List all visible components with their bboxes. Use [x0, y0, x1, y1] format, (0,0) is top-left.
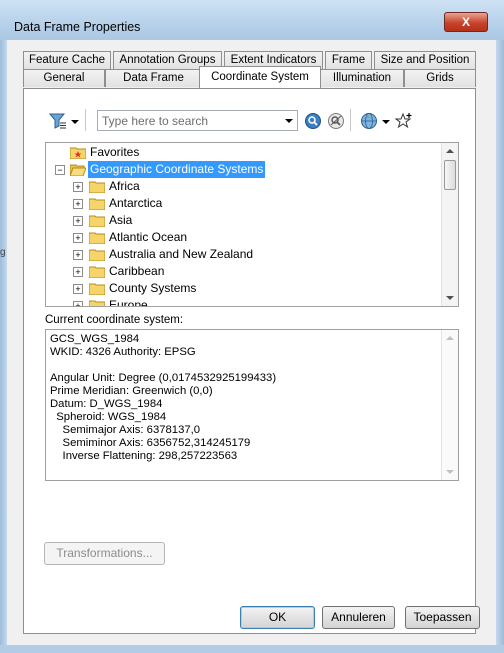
expand-icon[interactable]: + [73, 216, 83, 226]
cs-detail-line: Prime Meridian: Greenwich (0,0) [50, 385, 213, 397]
cs-detail-line: Semimajor Axis: 6378137,0 [50, 424, 201, 436]
toolbar-separator-2 [350, 109, 351, 131]
tree-scrollbar[interactable] [441, 143, 458, 306]
window-right-border [496, 40, 504, 653]
tab-general[interactable]: General [23, 69, 105, 87]
expand-icon[interactable]: + [73, 267, 83, 277]
transformations-button[interactable]: Transformations... [44, 542, 165, 565]
add-favorite-icon[interactable] [394, 112, 413, 130]
globe-icon[interactable] [360, 112, 378, 130]
cs-detail-line: GCS_WGS_1984 [50, 333, 140, 345]
cs-detail-line: Angular Unit: Degree (0,0174532925199433… [50, 372, 277, 384]
tree-item-favorites[interactable]: Favorites [46, 144, 441, 161]
cs-detail-line: Datum: D_WGS_1984 [50, 398, 163, 410]
toolbar-separator [85, 109, 86, 131]
current-coordinate-system-details[interactable]: GCS_WGS_1984 WKID: 4326 Authority: EPSG … [45, 329, 459, 481]
cancel-button[interactable]: Annuleren [322, 606, 395, 629]
expand-icon[interactable]: + [73, 182, 83, 192]
cs-detail-line: Spheroid: WGS_1984 [50, 411, 167, 423]
tab-illumination[interactable]: Illumination [320, 69, 404, 87]
tree-item-geographic-coordinate-systems[interactable]: − Geographic Coordinate Systems [46, 161, 441, 178]
expand-icon[interactable]: + [73, 233, 83, 243]
coordinate-system-tree[interactable]: Favorites − Geographic Coordinate System… [45, 142, 459, 307]
tree-item-atlantic-ocean[interactable]: + Atlantic Ocean [46, 229, 441, 246]
tab-coordinate-system[interactable]: Coordinate System [199, 66, 321, 88]
open-folder-icon [70, 164, 86, 176]
clear-search-icon[interactable] [327, 112, 345, 130]
folder-icon [89, 249, 105, 261]
scrollbar-thumb[interactable] [444, 160, 456, 190]
tree-item-label: Australia and New Zealand [109, 247, 254, 261]
scroll-down-icon[interactable] [446, 296, 454, 300]
tree-item-asia[interactable]: + Asia [46, 212, 441, 229]
window-left-border [0, 40, 7, 653]
expand-icon[interactable]: + [73, 250, 83, 260]
tree-item-label: County Systems [109, 281, 197, 295]
tree-item-label: Asia [109, 213, 133, 227]
folder-icon [89, 215, 105, 227]
tab-grids[interactable]: Grids [404, 69, 476, 87]
tree-item-label: Caribbean [109, 264, 165, 278]
tree-item-europe[interactable]: + Europe [46, 297, 441, 307]
expand-icon[interactable]: + [73, 199, 83, 209]
tree-item-australia-and-new-zealand[interactable]: + Australia and New Zealand [46, 246, 441, 263]
tab-feature-cache[interactable]: Feature Cache [23, 51, 111, 69]
filter-dropdown-arrow-icon[interactable] [71, 120, 79, 124]
scroll-up-icon[interactable] [446, 149, 454, 153]
tree-item-africa[interactable]: + Africa [46, 178, 441, 195]
tab-data-frame[interactable]: Data Frame [105, 69, 202, 87]
cs-detail-line: Semiminor Axis: 6356752,314245179 [50, 437, 251, 449]
tab-frame[interactable]: Frame [325, 51, 372, 69]
title-bar[interactable]: Data Frame Properties X [0, 0, 504, 40]
tree-item-label: Geographic Coordinate Systems [88, 161, 266, 178]
expand-icon[interactable]: + [73, 284, 83, 294]
current-coordinate-system-label: Current coordinate system: [45, 314, 184, 326]
filter-icon[interactable] [48, 112, 66, 130]
ok-button[interactable]: OK [240, 606, 315, 629]
folder-icon [89, 198, 105, 210]
tree-item-label: Antarctica [109, 196, 163, 210]
search-box[interactable] [97, 110, 298, 131]
search-icon[interactable] [304, 112, 322, 130]
folder-icon [89, 181, 105, 193]
tree-item-label: Favorites [90, 145, 140, 159]
folder-icon [89, 232, 105, 244]
cs-detail-line: Inverse Flattening: 298,257223563 [50, 450, 238, 462]
apply-button[interactable]: Toepassen [405, 606, 480, 629]
tab-size-and-position[interactable]: Size and Position [374, 51, 476, 69]
tree-item-label: Europe [109, 298, 148, 307]
tree-item-caribbean[interactable]: + Caribbean [46, 263, 441, 280]
background-window-fragment: g [0, 247, 6, 258]
cs-detail-line: WKID: 4326 Authority: EPSG [50, 346, 196, 358]
tree-item-label: Africa [109, 179, 140, 193]
details-scrollbar[interactable] [441, 330, 458, 480]
tree-item-label: Atlantic Ocean [109, 230, 188, 244]
collapse-icon[interactable]: − [55, 165, 65, 175]
close-button[interactable]: X [444, 12, 488, 32]
scroll-down-icon[interactable] [446, 470, 454, 474]
tree-item-county-systems[interactable]: + County Systems [46, 280, 441, 297]
folder-icon [89, 266, 105, 278]
search-history-dropdown-icon[interactable] [285, 119, 293, 123]
tree-item-antarctica[interactable]: + Antarctica [46, 195, 441, 212]
expand-icon[interactable]: + [73, 301, 83, 306]
folder-icon [89, 283, 105, 295]
favorites-folder-icon [70, 147, 86, 159]
globe-dropdown-arrow-icon[interactable] [382, 120, 390, 124]
window-bottom-border [0, 645, 504, 653]
window-title: Data Frame Properties [14, 20, 141, 34]
folder-icon [89, 300, 105, 306]
scroll-up-icon[interactable] [446, 336, 454, 340]
search-input[interactable] [100, 112, 274, 129]
